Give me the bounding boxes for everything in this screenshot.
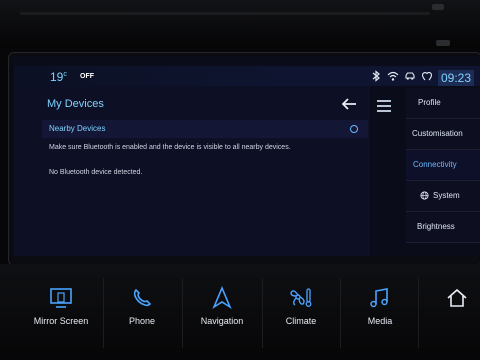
status-bar: 19c OFF 09:23 <box>14 66 480 86</box>
home-icon <box>447 288 467 307</box>
climate-icon <box>290 288 312 307</box>
vent-control-knob-lower <box>436 40 450 46</box>
climate-status[interactable]: OFF <box>80 73 94 80</box>
status-icons: 09:23 <box>370 69 474 87</box>
mirror-screen-button[interactable]: Mirror Screen <box>26 286 96 342</box>
globe-icon <box>420 191 429 200</box>
nearby-devices-label: Nearby Devices <box>49 124 106 133</box>
tab-profile-label: Profile <box>418 98 441 107</box>
mirror-screen-icon <box>50 288 72 308</box>
media-icon <box>370 288 388 308</box>
temperature-readout[interactable]: 19c <box>50 70 67 84</box>
tab-profile[interactable]: Profile <box>406 88 480 119</box>
wifi-icon <box>387 69 399 87</box>
car-icon <box>404 69 416 87</box>
divider <box>262 278 263 348</box>
home-button[interactable] <box>440 286 474 342</box>
bluetooth-instructions: Make sure Bluetooth is enabled and the d… <box>49 144 291 151</box>
tab-brightness[interactable]: Brightness <box>406 212 480 243</box>
phone-button[interactable]: Phone <box>116 286 168 342</box>
media-button[interactable]: Media <box>355 286 405 342</box>
divider <box>182 278 183 348</box>
back-arrow-icon <box>341 98 356 110</box>
air-vent <box>20 12 430 15</box>
phone-label: Phone <box>128 316 156 326</box>
navigation-icon <box>212 286 232 310</box>
tab-customisation-label: Customisation <box>412 129 463 138</box>
no-device-message: No Bluetooth device detected. <box>49 169 143 176</box>
tab-customisation[interactable]: Customisation <box>406 119 480 150</box>
mirror-screen-label: Mirror Screen <box>33 316 89 326</box>
back-button[interactable] <box>340 96 358 112</box>
page-title: My Devices <box>47 98 104 110</box>
dashboard-top-trim <box>0 0 480 48</box>
location-heart-icon <box>421 69 433 87</box>
bluetooth-icon <box>370 69 382 87</box>
vent-control-knob <box>432 4 444 10</box>
tab-connectivity-label: Connectivity <box>413 160 457 169</box>
clock: 09:23 <box>437 70 474 86</box>
media-label: Media <box>367 316 393 326</box>
climate-label: Climate <box>285 316 317 326</box>
tab-brightness-label: Brightness <box>417 222 455 231</box>
infotainment-screen: 19c OFF 09:23 My Devices Nearby Devices <box>14 56 480 256</box>
divider <box>418 278 419 348</box>
scanning-indicator-icon <box>350 125 358 133</box>
divider <box>103 278 104 348</box>
tab-connectivity[interactable]: Connectivity <box>406 150 480 181</box>
divider <box>340 278 341 348</box>
menu-icon[interactable] <box>377 100 391 112</box>
phone-icon <box>133 288 152 307</box>
navigation-button[interactable]: Navigation <box>194 286 250 342</box>
tab-system-label: System <box>433 191 460 200</box>
nearby-devices-row[interactable]: Nearby Devices <box>42 120 368 138</box>
tab-system[interactable]: System <box>406 181 480 212</box>
navigation-label: Navigation <box>200 316 244 326</box>
climate-button[interactable]: Climate <box>276 286 326 342</box>
